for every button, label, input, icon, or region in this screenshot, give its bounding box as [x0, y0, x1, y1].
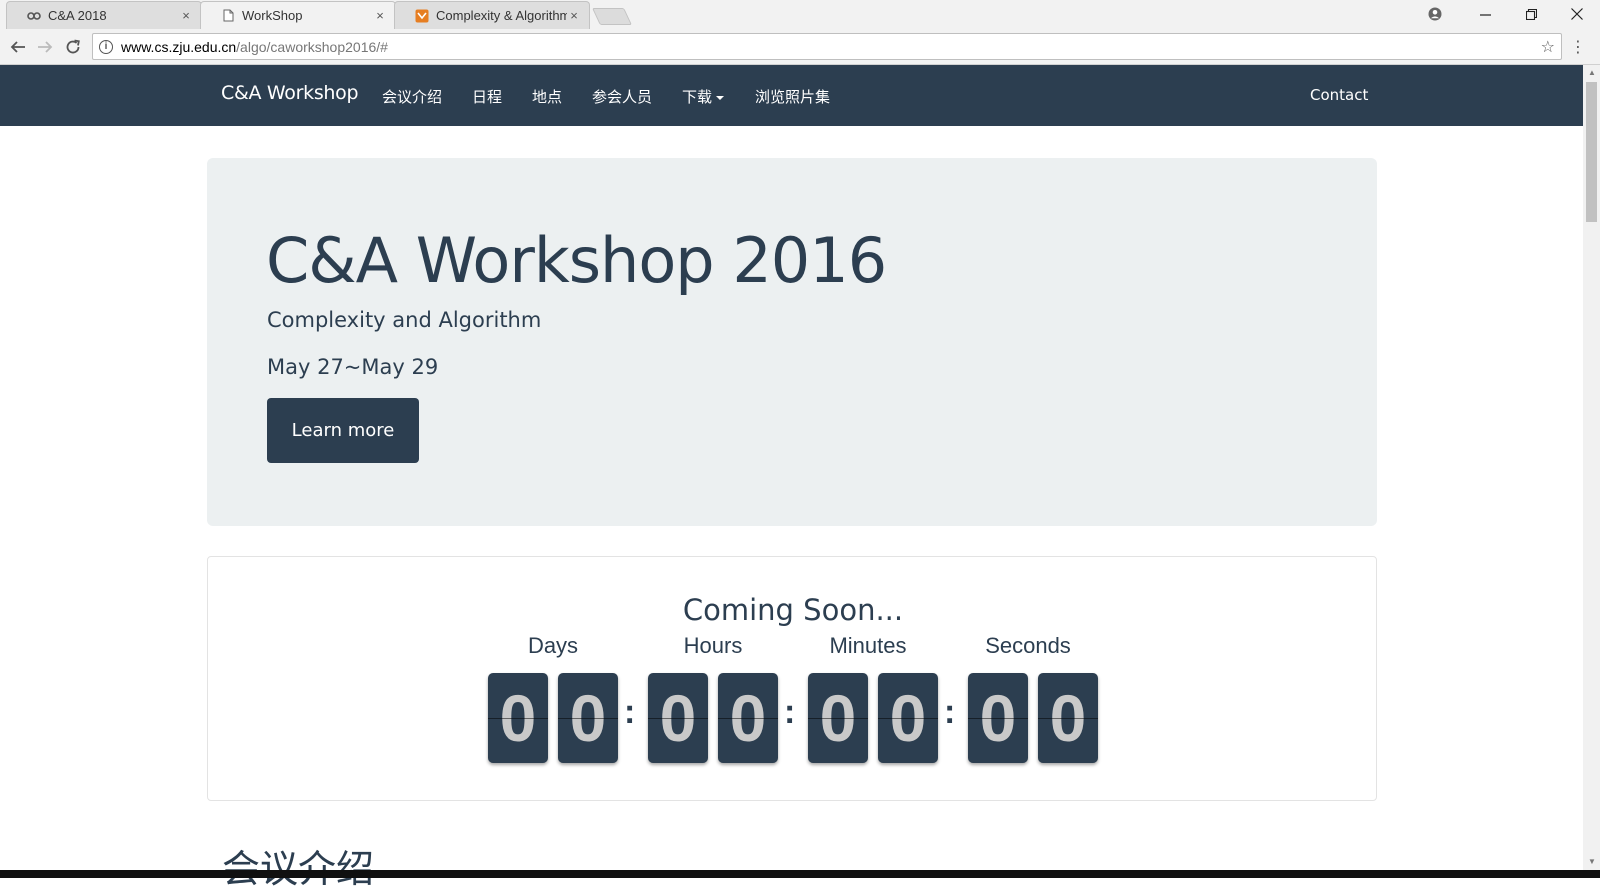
tab-workshop[interactable]: WorkShop × [200, 1, 396, 29]
address-bar[interactable]: i www.cs.zju.edu.cn/algo/caworkshop2016/… [92, 33, 1562, 60]
hours-digit-2: 0 [718, 673, 778, 763]
scroll-up-arrow-icon[interactable]: ▲ [1588, 68, 1596, 77]
link-icon [27, 9, 41, 23]
hero-title: C&A Workshop 2016 [266, 224, 887, 297]
seconds-digit-1: 0 [968, 673, 1028, 763]
days-label: Days [527, 633, 579, 658]
days-digit-1: 0 [488, 673, 548, 763]
forward-arrow-icon[interactable] [33, 35, 57, 59]
days-digit-2: 0 [558, 673, 618, 763]
close-icon[interactable]: × [567, 8, 581, 23]
section-heading: 会议介绍 [222, 847, 375, 891]
reload-icon[interactable] [61, 35, 85, 59]
site-navbar: C&A Workshop 会议介绍 日程 地点 参会人员 下载 浏览照片集 Co… [0, 65, 1583, 126]
seconds-label: Seconds [985, 633, 1071, 658]
caret-down-icon [716, 95, 725, 100]
close-icon[interactable]: × [179, 8, 193, 23]
nav-link-schedule[interactable]: 日程 [472, 86, 502, 107]
nav-link-location[interactable]: 地点 [532, 86, 562, 107]
bookmark-star-icon[interactable]: ☆ [1541, 37, 1555, 57]
restore-icon[interactable] [1508, 0, 1554, 28]
nav-dropdown-downloads[interactable]: 下载 [682, 86, 725, 107]
tab-title: Complexity & Algorithm [436, 8, 567, 23]
learn-more-button[interactable]: Learn more [267, 398, 419, 463]
hours-label: Hours [683, 633, 743, 658]
minutes-label: Minutes [829, 633, 907, 658]
tab-complexity-algorithm[interactable]: Complexity & Algorithm × [394, 1, 590, 29]
tab-title: C&A 2018 [48, 8, 107, 23]
hero-subtitle: Complexity and Algorithm [267, 308, 542, 332]
nav-dropdown-label: 下载 [682, 88, 713, 106]
countdown-panel: Coming Soon... Days Hours Minutes Second… [207, 556, 1377, 801]
separator-colon: : [944, 693, 956, 731]
minutes-digit-1: 0 [808, 673, 868, 763]
new-tab-button[interactable] [592, 8, 632, 25]
profile-icon[interactable] [1412, 0, 1458, 28]
tab-ca-2018[interactable]: C&A 2018 × [6, 1, 202, 29]
browser-menu-icon[interactable]: ⋮ [1570, 37, 1586, 57]
minutes-digit-2: 0 [878, 673, 938, 763]
os-taskbar [0, 870, 1600, 878]
scroll-down-arrow-icon[interactable]: ▼ [1588, 857, 1596, 866]
countdown-heading: Coming Soon... [682, 593, 904, 627]
url-path: /algo/caworkshop2016/# [236, 38, 388, 55]
info-icon[interactable]: i [99, 39, 113, 54]
nav-link-contact[interactable]: Contact [1310, 86, 1368, 104]
hero-jumbotron: C&A Workshop 2016 Complexity and Algorit… [207, 158, 1377, 526]
separator-colon: : [784, 693, 796, 731]
hero-dates: May 27~May 29 [267, 355, 439, 379]
nav-link-photos[interactable]: 浏览照片集 [755, 86, 830, 107]
browser-tab-strip: C&A 2018 × WorkShop × Complexity & Algor… [0, 0, 1600, 29]
scrollbar-thumb[interactable] [1586, 82, 1597, 222]
nav-link-introduction[interactable]: 会议介绍 [382, 86, 442, 107]
seconds-digit-2: 0 [1038, 673, 1098, 763]
browser-toolbar: i www.cs.zju.edu.cn/algo/caworkshop2016/… [0, 29, 1600, 65]
tab-title: WorkShop [242, 8, 303, 23]
page-icon [221, 9, 235, 23]
close-icon[interactable]: × [373, 8, 387, 23]
nav-link-attendees[interactable]: 参会人员 [592, 86, 652, 107]
brand-link[interactable]: C&A Workshop [221, 82, 359, 104]
site-favicon [415, 9, 429, 23]
minimize-icon[interactable] [1462, 0, 1508, 28]
close-window-icon[interactable] [1554, 0, 1600, 28]
hours-digit-1: 0 [648, 673, 708, 763]
url-host: www.cs.zju.edu.cn [121, 38, 237, 55]
separator-colon: : [624, 693, 636, 731]
back-arrow-icon[interactable] [6, 35, 30, 59]
